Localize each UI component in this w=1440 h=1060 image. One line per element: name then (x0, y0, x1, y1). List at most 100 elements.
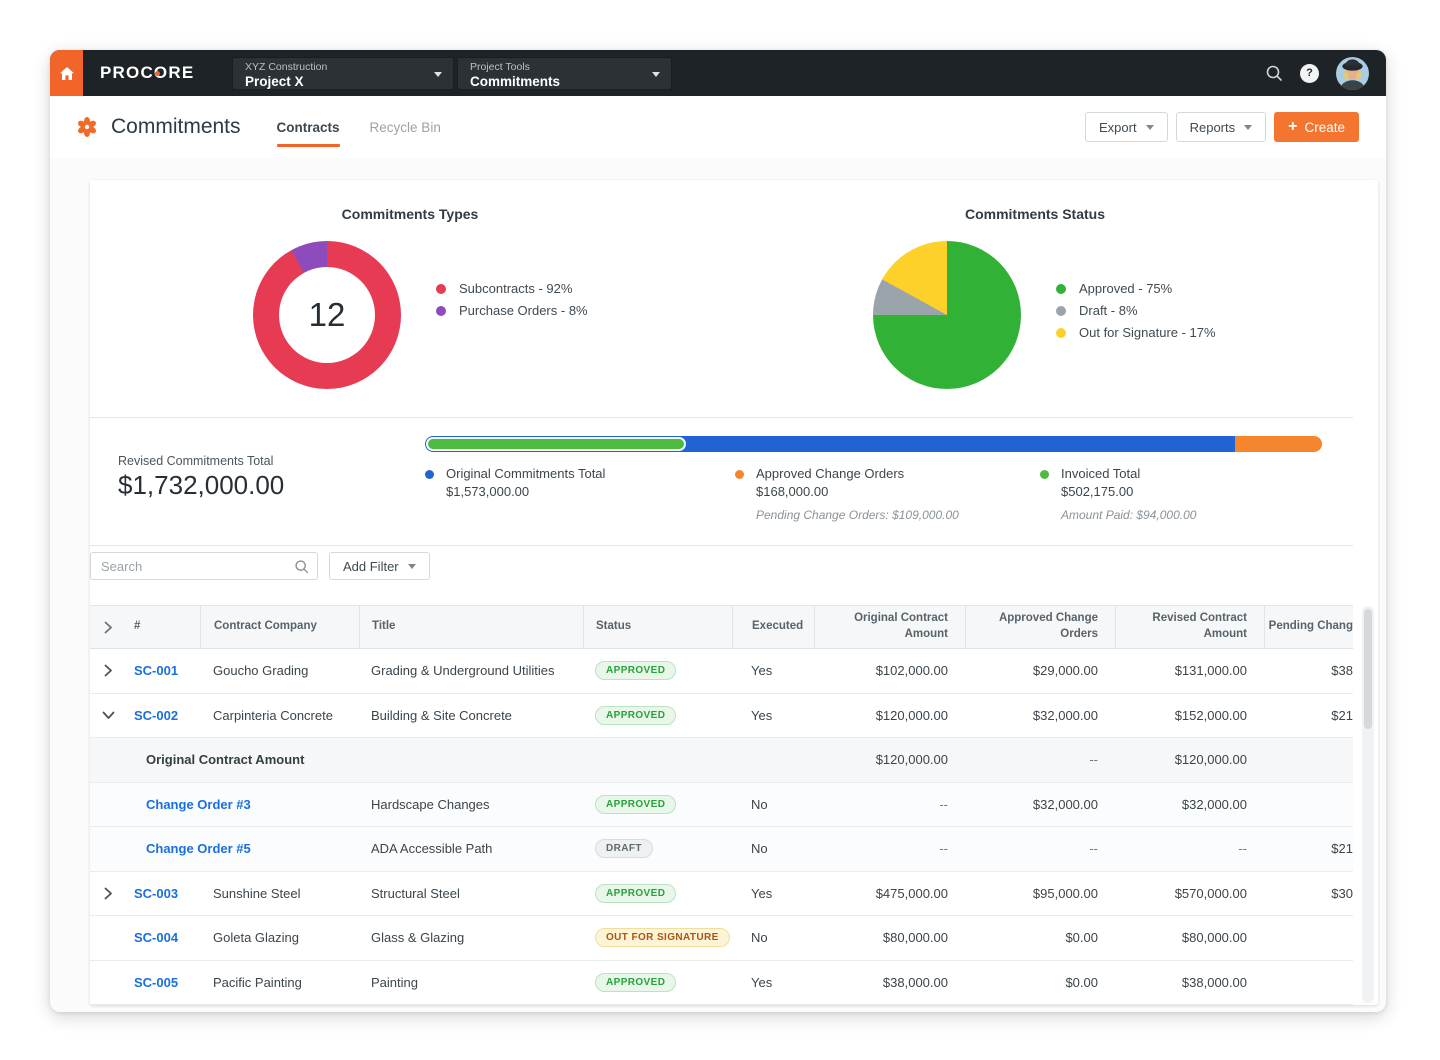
column-header-status[interactable]: Status (583, 606, 732, 648)
title-text: Structural Steel (371, 886, 460, 901)
chevron-right-icon[interactable] (104, 664, 113, 677)
cell-appr: -- (965, 738, 1115, 782)
search-box (90, 552, 318, 580)
table-row: SC-002Carpinteria ConcreteBuilding & Sit… (90, 694, 1353, 739)
change-order-link[interactable]: Change Order #5 (146, 841, 251, 856)
title-text: Grading & Underground Utilities (371, 663, 555, 678)
column-header-executed[interactable]: Executed (732, 606, 814, 648)
avatar[interactable] (1336, 57, 1369, 90)
column-header-label: Executed (752, 619, 803, 635)
column-header-expand[interactable] (90, 606, 132, 648)
amount-value: $32,000.00 (1033, 797, 1098, 812)
page-title: Commitments (111, 115, 241, 139)
status-badge: APPROVED (595, 795, 676, 814)
chevron-down-icon[interactable] (104, 709, 113, 722)
export-button[interactable]: Export (1085, 112, 1168, 142)
cell-label-span: Change Order #3 (132, 783, 359, 827)
column-header-title[interactable]: Title (359, 606, 583, 648)
cell-status: APPROVED (583, 783, 732, 827)
bar-legend-item: Invoiced Total$502,175.00Amount Paid: $9… (1040, 466, 1196, 522)
reports-button[interactable]: Reports (1176, 112, 1267, 142)
bar-legend-item: Approved Change Orders$168,000.00Pending… (735, 466, 959, 522)
cell-executed (732, 738, 814, 782)
project-selector[interactable]: XYZ Construction Project X (232, 57, 454, 90)
logo-dot (155, 71, 160, 76)
cell-status: DRAFT (583, 827, 732, 871)
company-name: Sunshine Steel (213, 886, 300, 901)
project-selector-value: Project X (245, 74, 441, 89)
scrollbar-thumb[interactable] (1364, 609, 1372, 729)
cell-company: Sunshine Steel (200, 872, 359, 916)
cell-executed: Yes (732, 872, 814, 916)
search-icon[interactable] (1265, 64, 1283, 82)
home-button[interactable] (50, 50, 83, 96)
bar-legend-amount: $502,175.00 (1061, 484, 1196, 499)
contract-link[interactable]: SC-001 (134, 663, 178, 678)
column-header-rev[interactable]: Revised Contract Amount (1115, 606, 1264, 648)
tab-contracts[interactable]: Contracts (277, 96, 340, 158)
amount-value: $152,000.00 (1175, 708, 1247, 723)
legend-dot-icon (1056, 284, 1066, 294)
change-order-link[interactable]: Change Order #3 (146, 797, 251, 812)
cell-orig: $80,000.00 (814, 916, 965, 960)
bar-legend-text: Approved Change Orders$168,000.00Pending… (756, 466, 959, 522)
caret-down-icon (434, 72, 442, 77)
cell-appr: $32,000.00 (965, 694, 1115, 738)
tool-selector[interactable]: Project Tools Commitments (457, 57, 672, 90)
cell-number: SC-005 (132, 961, 200, 1005)
cell-expand (90, 783, 132, 827)
executed-value: No (751, 930, 768, 945)
column-header-num[interactable]: # (132, 606, 200, 648)
amount-value: $38,000.00 (883, 975, 948, 990)
amount-value: $0.00 (1065, 975, 1098, 990)
executed-value: Yes (751, 708, 772, 723)
status-badge: APPROVED (595, 706, 676, 725)
cell-orig: $102,000.00 (814, 649, 965, 693)
cell-appr: $29,000.00 (965, 649, 1115, 693)
legend-label: Draft - 8% (1079, 303, 1138, 318)
amount-value: $38,000.00 (1182, 975, 1247, 990)
cell-executed: No (732, 916, 814, 960)
column-header-pend[interactable]: Pending Chang (1264, 606, 1353, 648)
table-scrollbar[interactable] (1362, 606, 1374, 1003)
executed-value: Yes (751, 663, 772, 678)
chevron-right-icon[interactable] (104, 887, 113, 900)
status-badge: OUT FOR SIGNATURE (595, 928, 730, 947)
cell-number: SC-004 (132, 916, 200, 960)
types-chart-legend: Subcontracts - 92%Purchase Orders - 8% (436, 281, 588, 318)
revised-total-label: Revised Commitments Total (118, 454, 273, 468)
column-header-company[interactable]: Contract Company (200, 606, 359, 648)
cell-label-span: Original Contract Amount (132, 738, 359, 782)
tab-recycle-bin[interactable]: Recycle Bin (370, 96, 441, 158)
contract-link[interactable]: SC-003 (134, 886, 178, 901)
cell-title: Painting (359, 961, 583, 1005)
column-header-appr[interactable]: Approved Change Orders (965, 606, 1115, 648)
contract-link[interactable]: SC-005 (134, 975, 178, 990)
cell-pend (1264, 916, 1353, 960)
help-button[interactable]: ? (1300, 64, 1319, 83)
cell-orig: -- (814, 827, 965, 871)
table-row: Change Order #5ADA Accessible PathDRAFTN… (90, 827, 1353, 872)
amount-value: $120,000.00 (876, 708, 948, 723)
cell-rev: $570,000.00 (1115, 872, 1264, 916)
add-filter-button[interactable]: Add Filter (329, 552, 430, 580)
create-button[interactable]: + Create (1274, 112, 1359, 142)
cell-rev: $80,000.00 (1115, 916, 1264, 960)
contract-link[interactable]: SC-004 (134, 930, 178, 945)
amount-value: $21 (1331, 708, 1353, 723)
cell-expand (90, 694, 132, 738)
cell-expand (90, 916, 132, 960)
legend-item: Approved - 75% (1056, 281, 1216, 296)
column-header-orig[interactable]: Original Contract Amount (814, 606, 965, 648)
contract-link[interactable]: SC-002 (134, 708, 178, 723)
executed-value: Yes (751, 886, 772, 901)
bar-legend-note: Amount Paid: $94,000.00 (1061, 508, 1196, 522)
table-row: Change Order #3Hardscape ChangesAPPROVED… (90, 783, 1353, 828)
search-input[interactable] (91, 553, 317, 579)
bar-legend-amount: $1,573,000.00 (446, 484, 605, 499)
page-header: Commitments Contracts Recycle Bin Export… (50, 96, 1386, 158)
dash-value: -- (1089, 841, 1098, 856)
cell-rev: $120,000.00 (1115, 738, 1264, 782)
tab-bar: Contracts Recycle Bin (277, 96, 441, 158)
amount-value: $95,000.00 (1033, 886, 1098, 901)
